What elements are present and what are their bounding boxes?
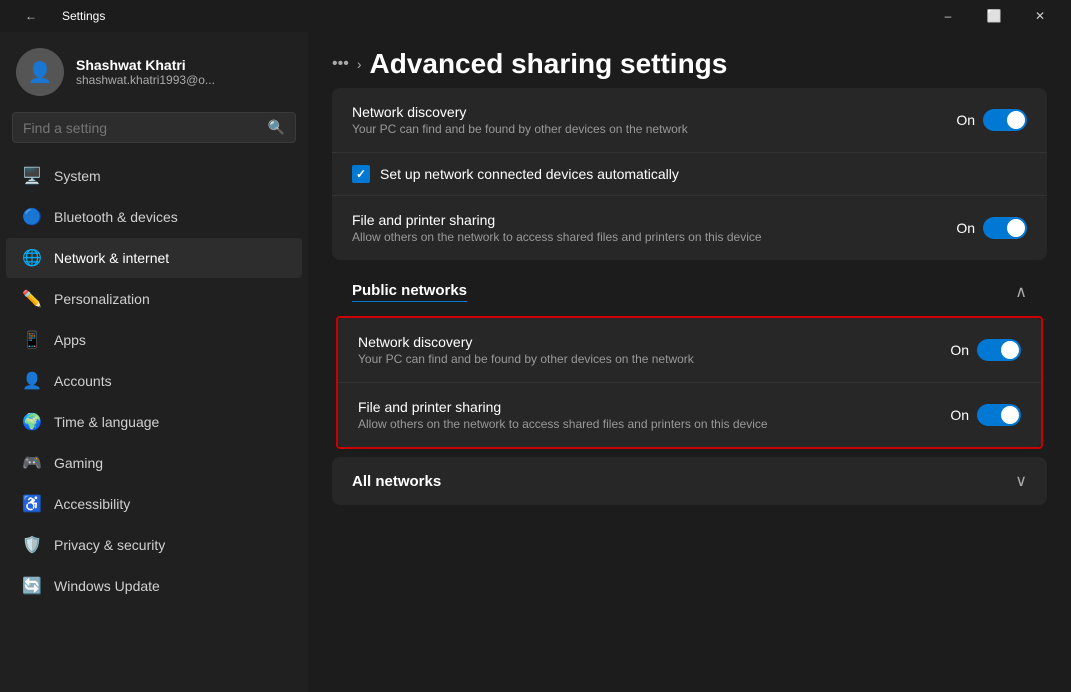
nav-label-time: Time & language: [54, 414, 159, 430]
private-file-sharing-row: File and printer sharing Allow others on…: [332, 196, 1047, 260]
private-network-discovery-toggle[interactable]: [983, 109, 1027, 131]
sidebar-item-accessibility[interactable]: ♿ Accessibility: [6, 484, 302, 524]
nav-label-update: Windows Update: [54, 578, 160, 594]
public-file-sharing-toggle-group: On: [950, 404, 1021, 426]
auto-setup-checkbox-row: Set up network connected devices automat…: [332, 153, 1047, 196]
nav-label-privacy: Privacy & security: [54, 537, 165, 553]
public-network-discovery-toggle[interactable]: [977, 339, 1021, 361]
avatar-icon: 👤: [28, 60, 53, 85]
private-file-sharing-info: File and printer sharing Allow others on…: [352, 212, 956, 244]
public-networks-title: Public networks: [352, 282, 467, 302]
user-name: Shashwat Khatri: [76, 57, 215, 73]
public-network-discovery-label: Network discovery: [358, 334, 950, 350]
sidebar-item-update[interactable]: 🔄 Windows Update: [6, 566, 302, 606]
sidebar-item-privacy[interactable]: 🛡️ Privacy & security: [6, 525, 302, 565]
nav-label-network: Network & internet: [54, 250, 169, 266]
sidebar-item-bluetooth[interactable]: 🔵 Bluetooth & devices: [6, 197, 302, 237]
nav-label-personalization: Personalization: [54, 291, 150, 307]
nav-icon-time: 🌍: [22, 412, 42, 432]
public-network-discovery-toggle-group: On: [950, 339, 1021, 361]
user-email: shashwat.khatri1993@o...: [76, 73, 215, 87]
public-networks-header[interactable]: Public networks ∧: [332, 268, 1047, 316]
user-section: 👤 Shashwat Khatri shashwat.khatri1993@o.…: [0, 32, 308, 108]
sidebar-item-system[interactable]: 🖥️ System: [6, 156, 302, 196]
public-network-section: Network discovery Your PC can find and b…: [338, 318, 1041, 447]
public-network-discovery-desc: Your PC can find and be found by other d…: [358, 352, 950, 366]
private-file-sharing-toggle-group: On: [956, 217, 1027, 239]
private-file-sharing-toggle-label: On: [956, 220, 975, 236]
restore-button[interactable]: ⬜: [971, 0, 1017, 32]
avatar: 👤: [16, 48, 64, 96]
content-area: ••• › Advanced sharing settings Network …: [308, 32, 1071, 692]
titlebar-controls: – ⬜ ✕: [925, 0, 1063, 32]
nav-label-accessibility: Accessibility: [54, 496, 130, 512]
private-file-sharing-label: File and printer sharing: [352, 212, 956, 228]
search-box[interactable]: 🔍: [12, 112, 296, 143]
public-network-discovery-row: Network discovery Your PC can find and b…: [338, 318, 1041, 383]
sidebar-item-accounts[interactable]: 👤 Accounts: [6, 361, 302, 401]
content-scroll: Network discovery Your PC can find and b…: [308, 88, 1071, 692]
nav-label-apps: Apps: [54, 332, 86, 348]
public-network-discovery-toggle-label: On: [950, 342, 969, 358]
private-network-discovery-row: Network discovery Your PC can find and b…: [332, 88, 1047, 153]
nav-icon-privacy: 🛡️: [22, 535, 42, 555]
nav-icon-apps: 📱: [22, 330, 42, 350]
all-networks-chevron: ∨: [1015, 471, 1027, 491]
titlebar: ← Settings – ⬜ ✕: [0, 0, 1071, 32]
nav-icon-gaming: 🎮: [22, 453, 42, 473]
nav-label-accounts: Accounts: [54, 373, 112, 389]
nav-icon-network: 🌐: [22, 248, 42, 268]
nav-icon-accessibility: ♿: [22, 494, 42, 514]
public-file-sharing-info: File and printer sharing Allow others on…: [358, 399, 950, 431]
user-info: Shashwat Khatri shashwat.khatri1993@o...: [76, 57, 215, 87]
close-button[interactable]: ✕: [1017, 0, 1063, 32]
all-networks-title: All networks: [352, 473, 441, 490]
private-network-discovery-label: Network discovery: [352, 104, 956, 120]
nav-icon-update: 🔄: [22, 576, 42, 596]
auto-setup-label: Set up network connected devices automat…: [380, 166, 679, 182]
private-network-discovery-desc: Your PC can find and be found by other d…: [352, 122, 956, 136]
private-file-sharing-toggle[interactable]: [983, 217, 1027, 239]
public-network-highlight: Network discovery Your PC can find and b…: [336, 316, 1043, 449]
search-input[interactable]: [23, 120, 260, 136]
nav-label-gaming: Gaming: [54, 455, 103, 471]
private-network-discovery-toggle-group: On: [956, 109, 1027, 131]
sidebar-item-personalization[interactable]: ✏️ Personalization: [6, 279, 302, 319]
sidebar-item-apps[interactable]: 📱 Apps: [6, 320, 302, 360]
sidebar-item-network[interactable]: 🌐 Network & internet: [6, 238, 302, 278]
public-file-sharing-row: File and printer sharing Allow others on…: [338, 383, 1041, 447]
breadcrumb-dots[interactable]: •••: [332, 55, 349, 73]
nav-icon-bluetooth: 🔵: [22, 207, 42, 227]
app-body: 👤 Shashwat Khatri shashwat.khatri1993@o.…: [0, 32, 1071, 692]
private-network-section: Network discovery Your PC can find and b…: [332, 88, 1047, 260]
all-networks-section[interactable]: All networks ∨: [332, 457, 1047, 505]
nav-label-bluetooth: Bluetooth & devices: [54, 209, 178, 225]
breadcrumb-chevron: ›: [357, 56, 362, 72]
public-file-sharing-label: File and printer sharing: [358, 399, 950, 415]
content-header: ••• › Advanced sharing settings: [308, 32, 1071, 88]
nav-icon-personalization: ✏️: [22, 289, 42, 309]
private-network-discovery-toggle-label: On: [956, 112, 975, 128]
titlebar-left: ← Settings: [8, 0, 105, 32]
private-file-sharing-desc: Allow others on the network to access sh…: [352, 230, 956, 244]
nav-icon-system: 🖥️: [22, 166, 42, 186]
private-network-discovery-info: Network discovery Your PC can find and b…: [352, 104, 956, 136]
public-networks-chevron: ∧: [1015, 282, 1027, 302]
search-icon: 🔍: [268, 119, 285, 136]
page-title: Advanced sharing settings: [369, 48, 727, 80]
nav-label-system: System: [54, 168, 101, 184]
sidebar-item-time[interactable]: 🌍 Time & language: [6, 402, 302, 442]
public-file-sharing-desc: Allow others on the network to access sh…: [358, 417, 950, 431]
back-button[interactable]: ←: [8, 0, 54, 32]
sidebar-item-gaming[interactable]: 🎮 Gaming: [6, 443, 302, 483]
public-file-sharing-toggle[interactable]: [977, 404, 1021, 426]
nav-icon-accounts: 👤: [22, 371, 42, 391]
titlebar-title: Settings: [62, 9, 105, 23]
auto-setup-checkbox[interactable]: [352, 165, 370, 183]
public-network-discovery-info: Network discovery Your PC can find and b…: [358, 334, 950, 366]
public-file-sharing-toggle-label: On: [950, 407, 969, 423]
nav-list: 🖥️ System 🔵 Bluetooth & devices 🌐 Networ…: [0, 155, 308, 607]
minimize-button[interactable]: –: [925, 0, 971, 32]
sidebar: 👤 Shashwat Khatri shashwat.khatri1993@o.…: [0, 32, 308, 692]
